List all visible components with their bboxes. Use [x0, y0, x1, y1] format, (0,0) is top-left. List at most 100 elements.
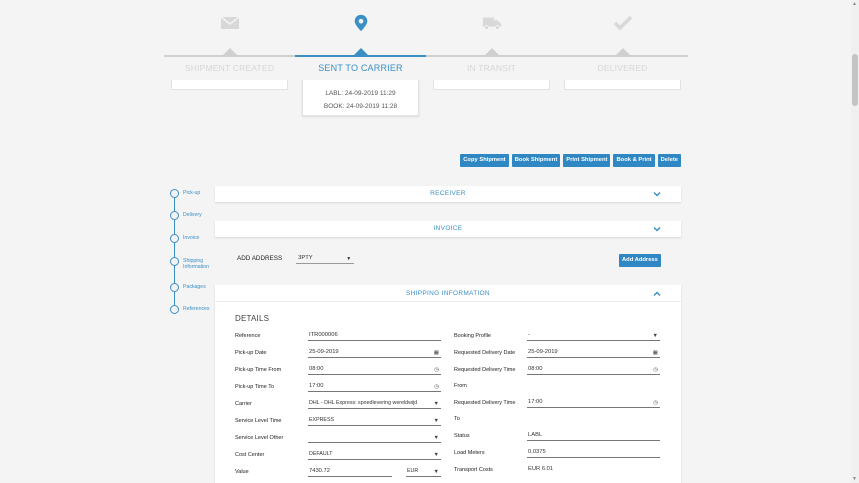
pickup-date-input[interactable]: 25-09-2019 ▦: [308, 348, 441, 358]
requested-delivery-time-from-label-2: From: [454, 383, 467, 389]
book-shipment-button[interactable]: Book Shipment: [511, 154, 561, 167]
scrollbar-thumb[interactable]: [852, 54, 858, 106]
receiver-panel: RECEIVER: [215, 186, 681, 202]
load-meters-value: 0.0375: [528, 449, 546, 455]
transport-costs-value: EUR 6.01: [527, 465, 660, 475]
transport-costs-label: Transport Costs: [454, 467, 493, 473]
progress-steps: SHIPMENT CREATED SENT TO CARRIER LABL: 2…: [164, 0, 688, 120]
requested-delivery-time-from-label: Requested Delivery Time: [454, 367, 516, 373]
nav-item-packages[interactable]: Packages: [170, 283, 219, 292]
caret-down-icon: ▼: [652, 333, 658, 339]
nav-dot-icon: [170, 305, 179, 314]
requested-delivery-time-to-label: Requested Delivery Time: [454, 400, 516, 406]
book-and-print-button[interactable]: Book & Print: [613, 154, 655, 167]
requested-delivery-date-label: Requested Delivery Date: [454, 350, 516, 356]
step-shipment-created: SHIPMENT CREATED: [164, 0, 295, 120]
shipping-panel-header[interactable]: SHIPPING INFORMATION: [215, 285, 681, 302]
chevron-down-icon[interactable]: [653, 225, 661, 233]
reference-value: ITR000006: [309, 332, 338, 338]
clock-icon[interactable]: ◷: [434, 366, 439, 375]
invoice-panel-header[interactable]: INVOICE: [215, 221, 681, 237]
status-label: Status: [454, 433, 470, 439]
nav-dot-icon: [170, 257, 179, 266]
pickup-time-from-input[interactable]: 08:00 ◷: [308, 365, 441, 375]
service-level-other-select[interactable]: ▼: [308, 433, 441, 443]
step-label: IN TRANSIT: [466, 63, 517, 73]
pickup-time-to-input[interactable]: 17:00 ◷: [308, 382, 441, 392]
nav-dot-icon: [170, 234, 179, 243]
requested-delivery-date-value: 25-09-2019: [528, 349, 558, 355]
step-label: SHIPMENT CREATED: [184, 63, 275, 73]
shipping-information-panel: SHIPPING INFORMATION DETAILS Reference I…: [215, 285, 681, 483]
calendar-icon[interactable]: ▦: [434, 349, 439, 358]
clock-icon[interactable]: ◷: [653, 399, 658, 408]
nav-item-label: References: [183, 306, 210, 312]
calendar-icon[interactable]: ▦: [653, 349, 658, 358]
invoice-panel-title: INVOICE: [433, 225, 463, 232]
address-type-select[interactable]: 3PTY ▼: [296, 253, 355, 264]
status-input[interactable]: LABL: [527, 431, 660, 441]
step-label: SENT TO CARRIER: [318, 63, 403, 73]
scroll-up-icon[interactable]: ▲: [852, 1, 857, 7]
add-address-label: ADD ADDRESS: [237, 255, 283, 262]
action-toolbar: Copy Shipment Book Shipment Print Shipme…: [460, 154, 681, 167]
requested-delivery-time-to-value: 17:00: [528, 399, 543, 405]
cost-center-value: DEFAULT: [309, 451, 333, 457]
requested-delivery-time-from-input[interactable]: 08:00 ◷: [527, 365, 660, 375]
caret-down-icon: ▼: [346, 256, 352, 262]
page-scrollbar[interactable]: ▲ ▼: [851, 0, 859, 483]
step-in-transit: IN TRANSIT: [426, 0, 557, 120]
load-meters-input[interactable]: 0.0375: [527, 448, 660, 458]
nav-item-invoice[interactable]: Invoice: [170, 234, 219, 243]
details-title: DETAILS: [235, 314, 270, 323]
load-meters-label: Load Meters: [454, 450, 485, 456]
section-nav: Pick-up Delivery Invoice Shipping Inform…: [170, 186, 214, 316]
status-value: LABL: [528, 432, 543, 438]
delete-button[interactable]: Delete: [657, 154, 681, 167]
nav-item-shipping-information[interactable]: Shipping Information: [170, 257, 219, 270]
map-pin-icon: [354, 14, 367, 32]
step-detail-box: [171, 80, 288, 90]
cost-center-label: Cost Center: [235, 452, 265, 458]
currency-select[interactable]: EUR ▼: [406, 467, 441, 477]
print-shipment-button[interactable]: Print Shipment: [563, 154, 611, 167]
pickup-time-from-label: Pick-up Time From: [235, 367, 282, 373]
caret-down-icon: ▼: [433, 435, 439, 441]
nav-item-delivery[interactable]: Delivery: [170, 211, 219, 220]
invoice-panel: INVOICE: [215, 221, 681, 237]
reference-input[interactable]: ITR000006: [308, 331, 441, 341]
service-level-time-select[interactable]: EXPRESS ▼: [308, 416, 441, 426]
add-address-button[interactable]: Add Address: [619, 254, 661, 267]
copy-shipment-button[interactable]: Copy Shipment: [460, 154, 509, 167]
clock-icon[interactable]: ◷: [434, 383, 439, 392]
chevron-down-icon[interactable]: [653, 190, 661, 198]
caret-down-icon: ▼: [433, 401, 439, 407]
pickup-time-to-value: 17:00: [309, 383, 324, 389]
nav-item-pickup[interactable]: Pick-up: [170, 189, 219, 198]
step-detail-book: BOOK: 24-09-2019 11:28: [323, 103, 398, 110]
pickup-date-label: Pick-up Date: [235, 350, 267, 356]
cost-center-select[interactable]: DEFAULT ▼: [308, 450, 441, 460]
requested-delivery-date-input[interactable]: 25-09-2019 ▦: [527, 348, 660, 358]
scroll-down-icon[interactable]: ▼: [852, 476, 857, 482]
nav-item-label: Invoice: [183, 235, 200, 241]
clock-icon[interactable]: ◷: [653, 366, 658, 375]
chevron-up-icon[interactable]: [653, 290, 661, 298]
requested-delivery-time-to-label-2: To: [454, 416, 460, 422]
value-input[interactable]: 7430.72: [308, 467, 392, 477]
address-type-value: 3PTY: [298, 255, 313, 261]
step-sent-to-carrier: SENT TO CARRIER LABL: 24-09-2019 11:29 B…: [295, 0, 426, 120]
pickup-time-from-value: 08:00: [309, 366, 324, 372]
carrier-label: Carrier: [235, 401, 252, 407]
receiver-panel-header[interactable]: RECEIVER: [215, 186, 681, 202]
carrier-value: DHL - DHL Express: spoedlevering wereldw…: [309, 400, 418, 406]
pickup-date-value: 25-09-2019: [309, 349, 339, 355]
booking-profile-select[interactable]: - ▼: [527, 331, 660, 341]
checkmark-icon: [613, 15, 632, 31]
receiver-panel-title: RECEIVER: [430, 190, 466, 197]
step-delivered: DELIVERED: [557, 0, 688, 120]
nav-item-references[interactable]: References: [170, 305, 219, 314]
carrier-select[interactable]: DHL - DHL Express: spoedlevering wereldw…: [308, 399, 441, 409]
step-label: DELIVERED: [597, 63, 648, 73]
requested-delivery-time-to-input[interactable]: 17:00 ◷: [527, 398, 660, 408]
